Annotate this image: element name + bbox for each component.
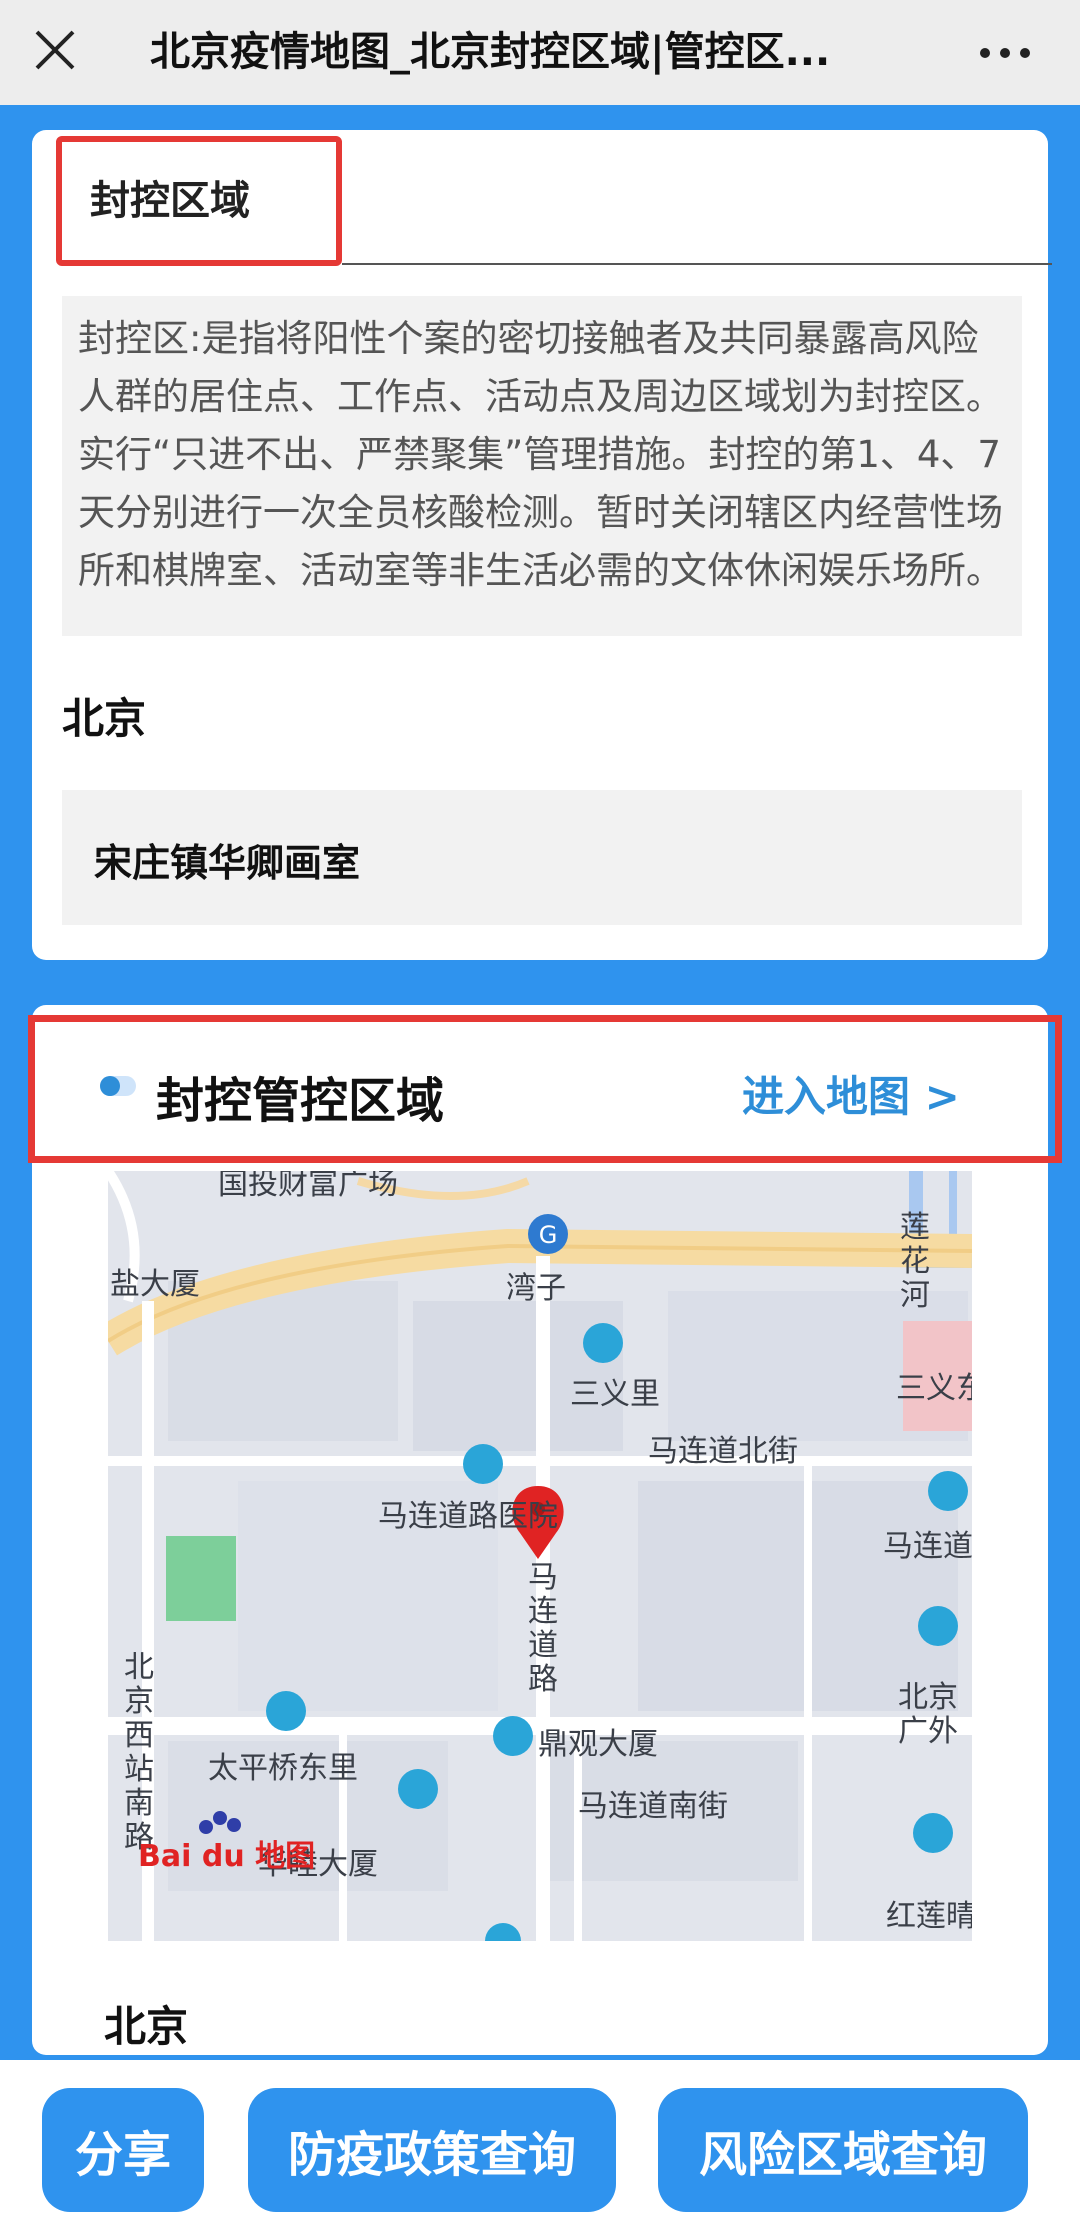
map-label: 湾子 bbox=[506, 1271, 566, 1306]
map-label: 红莲晴 bbox=[886, 1899, 972, 1934]
heading-divider bbox=[342, 263, 1052, 265]
page-title: 北京疫情地图_北京封控区域|管控区... bbox=[150, 29, 831, 75]
policy-query-button[interactable]: 防疫政策查询 bbox=[248, 2088, 616, 2212]
map-label: 莲花河 bbox=[900, 1210, 930, 1313]
map-label: 马连道南街 bbox=[578, 1789, 728, 1824]
map-label: 马连道路 bbox=[528, 1560, 558, 1697]
risk-area-query-button[interactable]: 风险区域查询 bbox=[658, 2088, 1028, 2212]
enter-map-link[interactable]: 进入地图 > bbox=[742, 1063, 960, 1124]
map-label: 马连道 bbox=[883, 1529, 972, 1564]
more-options-icon[interactable] bbox=[975, 38, 1035, 68]
svg-text:G: G bbox=[539, 1221, 558, 1249]
map-label: 马连道北街 bbox=[648, 1434, 798, 1469]
zone-description: 封控区:是指将阳性个案的密切接触者及共同暴露高风险人群的居住点、工作点、活动点及… bbox=[62, 296, 1022, 636]
share-button[interactable]: 分享 bbox=[42, 2088, 204, 2212]
map-label: 三义东 bbox=[896, 1371, 972, 1406]
map-label: 马连道路医院 bbox=[378, 1499, 558, 1534]
zone-heading: 封控区域 bbox=[90, 178, 250, 224]
city-label: 北京 bbox=[62, 694, 147, 743]
list-item[interactable]: 宋庄镇华卿画室 bbox=[62, 790, 1022, 925]
map-label: 鼎观大厦 bbox=[538, 1727, 658, 1762]
map-heading: 封控管控区域 bbox=[156, 1073, 445, 1129]
map-logo: Bai du 地图 bbox=[138, 1839, 316, 1874]
map-view[interactable]: G 国投财富广场 盐大厦 湾子 莲花河 三义里 三义东 马连道北街 马连道路医院… bbox=[108, 1171, 972, 1941]
map-label: 国投财富广场 bbox=[218, 1171, 398, 1202]
list-item-label: 宋庄镇华卿画室 bbox=[94, 841, 361, 885]
bottom-action-bar: 分享 防疫政策查询 风险区域查询 bbox=[0, 2060, 1080, 2230]
map-label: 北京西站南路 bbox=[124, 1650, 154, 1855]
zone-card: 封控区域 封控区:是指将阳性个案的密切接触者及共同暴露高风险人群的居住点、工作点… bbox=[32, 130, 1052, 960]
map-city-label: 北京 bbox=[104, 2002, 189, 2051]
bullet-dot-icon bbox=[100, 1076, 136, 1096]
map-card: 封控管控区域 进入地图 > G 国投财富广场 盐大厦 湾子 莲花河 三义里 三义… bbox=[28, 1005, 1062, 2055]
top-bar: 北京疫情地图_北京封控区域|管控区... bbox=[0, 0, 1080, 105]
map-label: 盐大厦 bbox=[110, 1267, 200, 1302]
map-label: 北京广外 bbox=[898, 1680, 958, 1749]
metro-icon: G bbox=[528, 1214, 568, 1254]
map-label: 太平桥东里 bbox=[208, 1751, 358, 1786]
map-label: 三义里 bbox=[570, 1377, 660, 1412]
close-icon[interactable] bbox=[30, 25, 80, 75]
